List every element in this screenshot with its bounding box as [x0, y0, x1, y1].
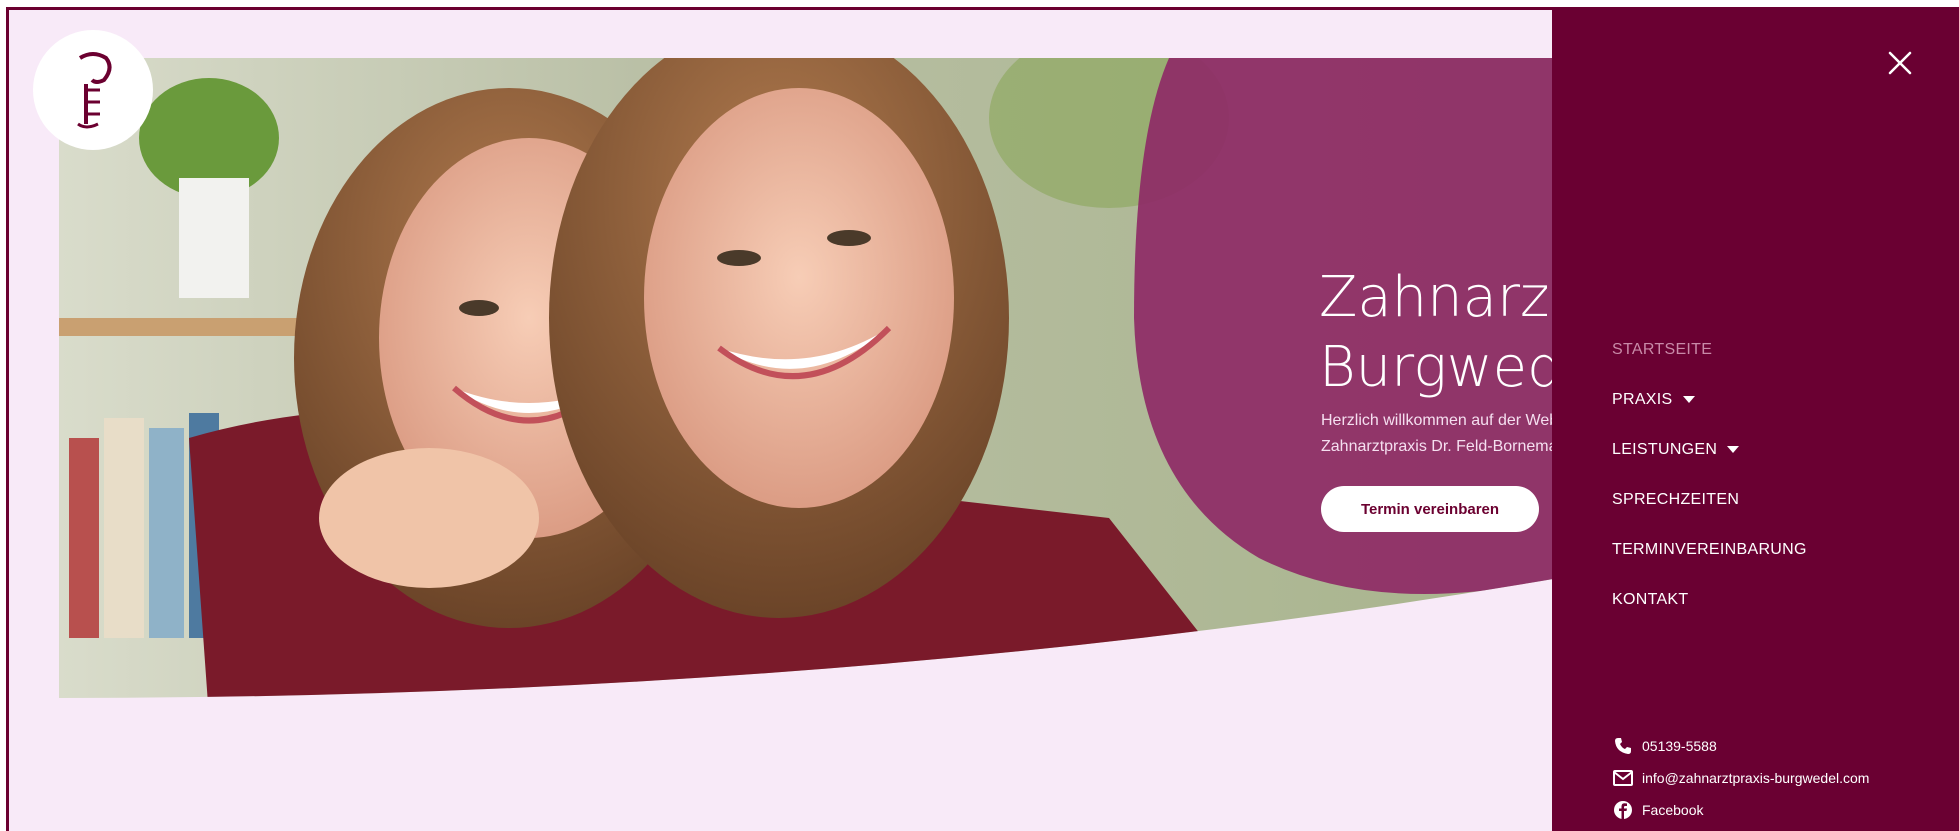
- envelope-icon: [1612, 768, 1634, 788]
- nav-item-praxis[interactable]: PRAXIS: [1612, 385, 1807, 435]
- nav-label: LEISTUNGEN: [1612, 441, 1718, 458]
- nav-label: TERMINVEREINBARUNG: [1612, 541, 1807, 558]
- email-link[interactable]: info@zahnarztpraxis-burgwedel.com: [1612, 762, 1869, 794]
- close-icon: [1888, 51, 1912, 75]
- tooth-logo-icon: [77, 52, 112, 129]
- caret-down-icon: [1682, 396, 1695, 404]
- hero-section: Zahnarztpraxis Burgwedel Herzlich willko…: [59, 58, 1619, 718]
- nav-label: PRAXIS: [1612, 391, 1673, 408]
- phone-link[interactable]: 05139-5588: [1612, 730, 1869, 762]
- book-appointment-button[interactable]: Termin vereinbaren: [1321, 486, 1539, 532]
- phone-icon: [1612, 736, 1634, 756]
- side-menu-panel: STARTSEITE PRAXIS LEISTUNGEN SPRECHZEITE…: [1552, 7, 1959, 831]
- facebook-link[interactable]: Facebook: [1612, 794, 1869, 826]
- contact-info: 05139-5588 info@zahnarztpraxis-burgwedel…: [1612, 730, 1869, 826]
- phone-number: 05139-5588: [1642, 738, 1717, 754]
- close-menu-button[interactable]: [1882, 45, 1918, 81]
- nav-item-kontakt[interactable]: KONTAKT: [1612, 585, 1807, 635]
- nav-item-terminvereinbarung[interactable]: TERMINVEREINBARUNG: [1612, 535, 1807, 585]
- nav-item-leistungen[interactable]: LEISTUNGEN: [1612, 435, 1807, 485]
- caret-down-icon: [1727, 446, 1740, 454]
- facebook-icon: [1612, 800, 1634, 820]
- main-nav: STARTSEITE PRAXIS LEISTUNGEN SPRECHZEITE…: [1612, 335, 1807, 635]
- nav-item-startseite[interactable]: STARTSEITE: [1612, 335, 1807, 385]
- nav-label: KONTAKT: [1612, 591, 1689, 608]
- facebook-label: Facebook: [1642, 802, 1704, 818]
- nav-item-sprechzeiten[interactable]: SPRECHZEITEN: [1612, 485, 1807, 535]
- logo[interactable]: [33, 30, 153, 150]
- nav-label: SPRECHZEITEN: [1612, 491, 1740, 508]
- nav-label: STARTSEITE: [1612, 341, 1713, 358]
- email-address: info@zahnarztpraxis-burgwedel.com: [1642, 770, 1870, 786]
